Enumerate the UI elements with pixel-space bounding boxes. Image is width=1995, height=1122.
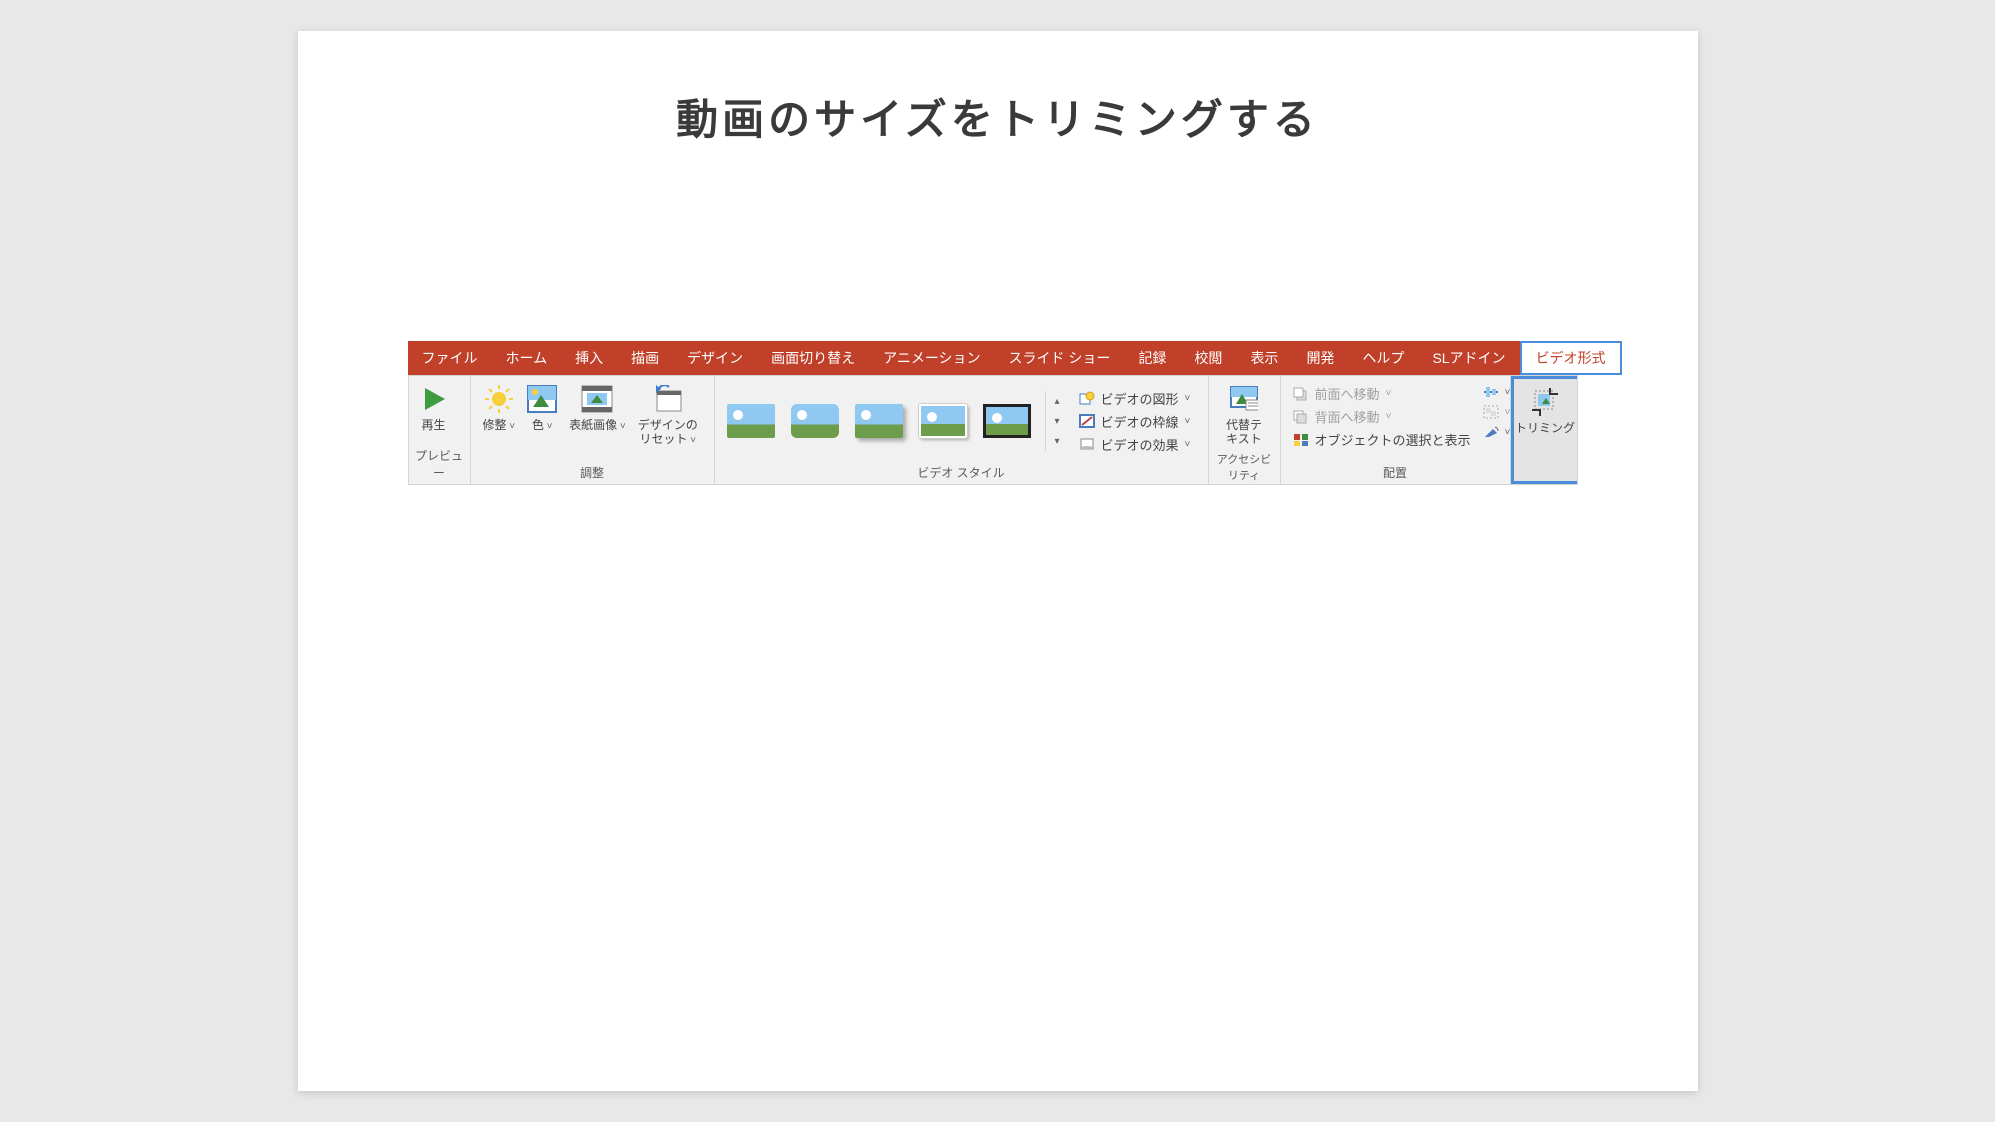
ribbon-body: 再生 プレビュー 修整 [408,375,1578,485]
selection-label: オブジェクトの選択と表示 [1315,430,1471,449]
group-preview: 再生 プレビュー [409,376,471,484]
tab-help[interactable]: ヘルプ [1348,341,1418,375]
chevron-down-icon: ˅ [1185,439,1191,450]
tab-file[interactable]: ファイル [408,341,492,375]
style-thumb-5[interactable] [981,402,1033,440]
video-border-label: ビデオの枠線 [1101,412,1179,431]
tab-animations[interactable]: アニメーション [869,341,994,375]
bring-front-button[interactable]: 前面へ移動 ˅ [1293,384,1471,403]
play-icon [421,382,447,416]
video-style-options: ビデオの図形 ˅ ビデオの枠線 ˅ ビデオの効果 ˅ [1073,385,1197,458]
film-icon [581,382,613,416]
rotate-button[interactable]: ˅ [1483,424,1505,440]
color-button[interactable]: 色 [521,380,563,435]
group-accessibility-label: アクセシビリティ [1209,449,1280,486]
alt-text-button[interactable]: 代替テ キスト [1220,380,1268,449]
video-shape-label: ビデオの図形 [1101,389,1179,408]
video-effects-button[interactable]: ビデオの効果 ˅ [1079,435,1191,454]
crop-icon [1530,385,1560,419]
tab-view[interactable]: 表示 [1236,341,1292,375]
style-thumb-3[interactable] [853,402,905,440]
poster-label: 表紙画像 [569,418,626,433]
bring-front-label: 前面へ移動 [1315,384,1380,403]
group-preview-label: プレビュー [409,445,470,484]
group-button[interactable]: ˅ [1483,404,1505,420]
chevron-down-icon: ˅ [1185,416,1191,427]
video-effects-label: ビデオの効果 [1101,435,1179,454]
corrections-label: 修整 [483,418,516,433]
effects-icon [1079,436,1095,452]
group-adjust: 修整 色 表紙画像 [471,376,715,484]
page-title: 動画のサイズをトリミングする [298,31,1698,147]
ribbon-container: ファイル ホーム 挿入 描画 デザイン 画面切り替え アニメーション スライド … [408,341,1578,485]
border-icon [1079,413,1095,429]
send-back-button[interactable]: 背面へ移動 ˅ [1293,407,1471,426]
tab-review[interactable]: 校閲 [1180,341,1236,375]
group-arrange-label: 配置 [1281,462,1510,484]
tab-insert[interactable]: 挿入 [561,341,617,375]
style-thumb-2[interactable] [789,402,841,440]
send-back-icon [1293,409,1309,425]
alt-text-label: 代替テ キスト [1226,418,1262,447]
alt-text-icon [1230,382,1258,416]
group-accessibility: 代替テ キスト アクセシビリティ [1209,376,1281,484]
reset-label: デザインの リセット [638,418,698,447]
picture-icon [527,382,557,416]
gallery-more-button[interactable]: ▴ ▾ ▾ [1045,391,1069,451]
rotate-icon [1483,424,1499,440]
bring-front-icon [1293,386,1309,402]
chevron-down-icon: ▾ [1054,416,1059,427]
chevron-down-icon: ˅ [1386,388,1392,399]
dropdown-icon: ▾ [1054,436,1059,447]
poster-frame-button[interactable]: 表紙画像 [563,380,632,435]
video-shape-button[interactable]: ビデオの図形 ˅ [1079,389,1191,408]
group-size: トリミング [1511,376,1577,484]
group-arrange: 前面へ移動 ˅ 背面へ移動 ˅ オブジェクトの選択と表示 [1281,376,1511,484]
tab-transitions[interactable]: 画面切り替え [757,341,869,375]
tab-draw[interactable]: 描画 [617,341,673,375]
tab-design[interactable]: デザイン [673,341,757,375]
crop-button[interactable]: トリミング [1509,383,1581,437]
play-label: 再生 [421,418,445,432]
selection-icon [1293,432,1309,448]
play-button[interactable]: 再生 [415,380,453,434]
group-icon [1483,404,1499,420]
tab-developer[interactable]: 開発 [1292,341,1348,375]
chevron-down-icon: ˅ [1185,393,1191,404]
reset-icon [653,382,683,416]
crop-label: トリミング [1515,421,1575,435]
shape-icon [1079,390,1095,406]
corrections-button[interactable]: 修整 [477,380,522,435]
chevron-down-icon: ˅ [1386,411,1392,422]
tab-playback[interactable]: 再生 [1622,341,1678,375]
group-video-style: ▴ ▾ ▾ ビデオの図形 ˅ ビデオの枠線 [715,376,1209,484]
style-thumb-1[interactable] [725,402,777,440]
tab-sladdin[interactable]: SLアドイン [1418,341,1519,375]
reset-design-button[interactable]: デザインの リセット [632,380,704,449]
brightness-icon [484,382,514,416]
chevron-up-icon: ▴ [1054,396,1059,407]
slide: 動画のサイズをトリミングする ファイル ホーム 挿入 描画 デザイン 画面切り替… [298,31,1698,1091]
group-size-label [1514,476,1577,481]
selection-pane-button[interactable]: オブジェクトの選択と表示 [1293,430,1471,449]
align-button[interactable]: ˅ [1483,384,1505,400]
tab-home[interactable]: ホーム [492,341,562,375]
style-thumb-4[interactable] [917,402,969,440]
tab-video-format[interactable]: ビデオ形式 [1520,341,1622,375]
send-back-label: 背面へ移動 [1315,407,1380,426]
video-border-button[interactable]: ビデオの枠線 ˅ [1079,412,1191,431]
style-gallery: ▴ ▾ ▾ [721,385,1073,457]
color-label: 色 [532,418,553,433]
tab-record[interactable]: 記録 [1124,341,1180,375]
ribbon-tabbar: ファイル ホーム 挿入 描画 デザイン 画面切り替え アニメーション スライド … [408,341,1578,375]
group-video-style-label: ビデオ スタイル [715,462,1208,484]
group-adjust-label: 調整 [471,462,714,484]
tab-slideshow[interactable]: スライド ショー [995,341,1125,375]
align-icon [1483,384,1499,400]
